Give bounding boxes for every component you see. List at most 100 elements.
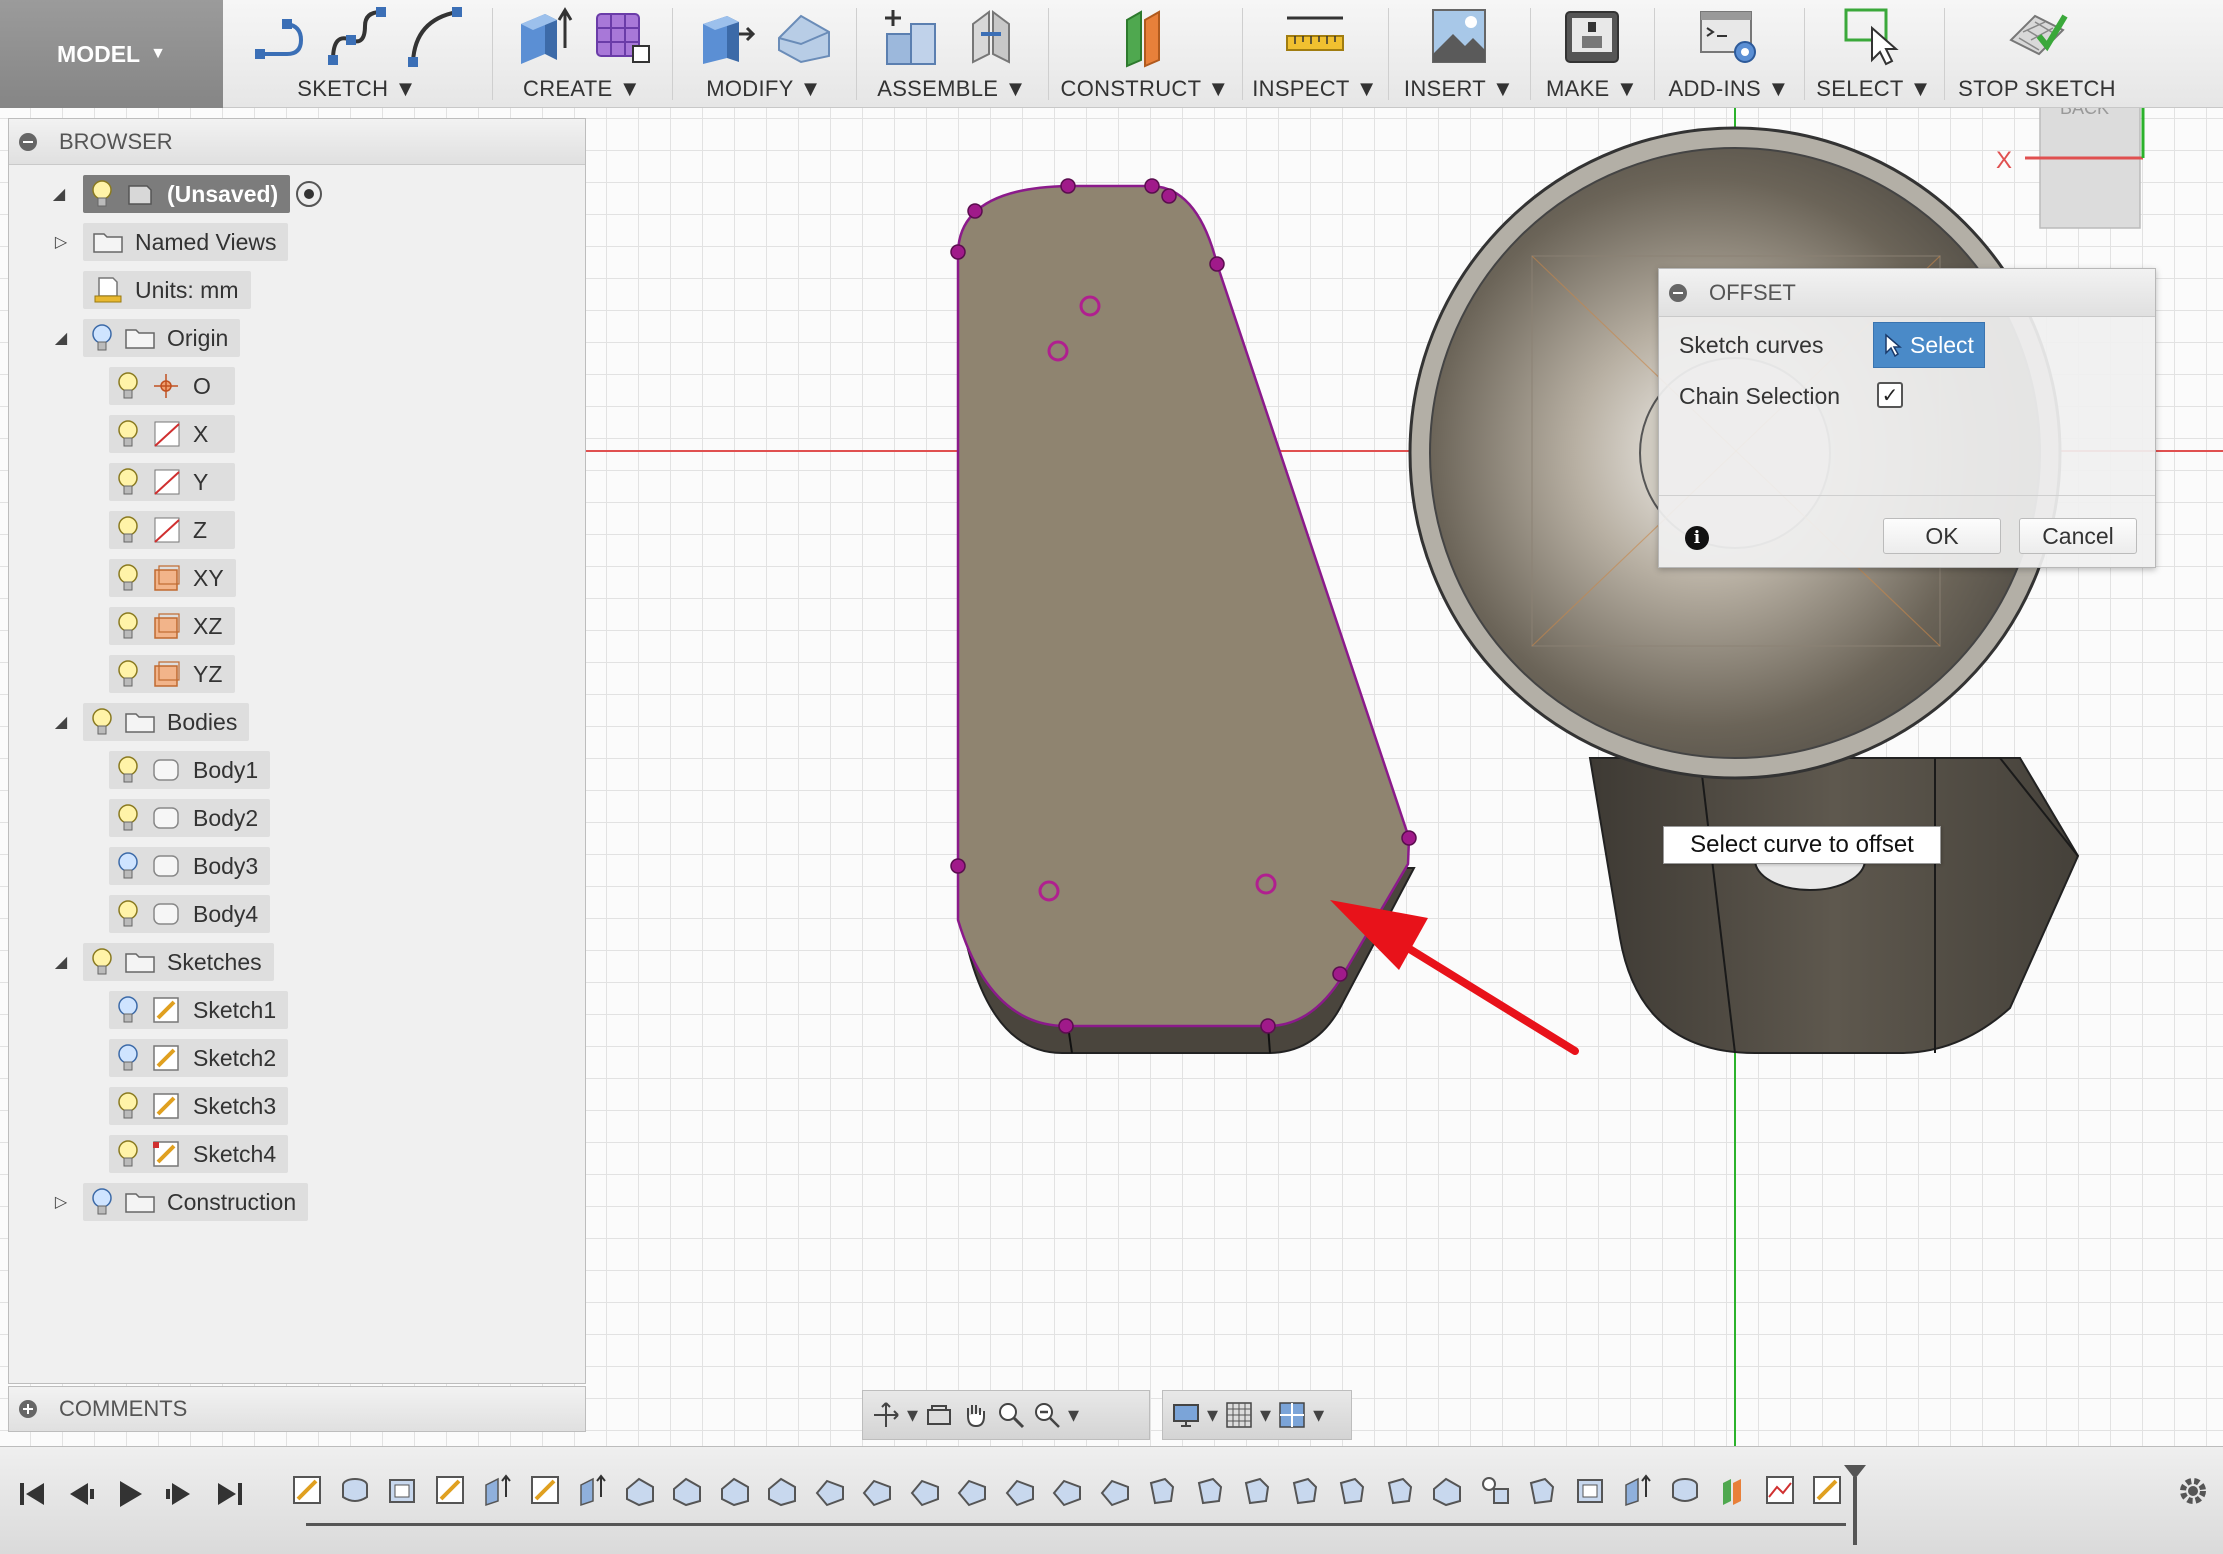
- timeline-sketch-feature-icon[interactable]: [528, 1473, 562, 1507]
- sketch-group[interactable]: SKETCH ▼: [223, 0, 491, 108]
- tree-origin-item[interactable]: YZ: [109, 654, 235, 694]
- lightbulb-off-icon[interactable]: [117, 995, 139, 1025]
- select-cursor-icon[interactable]: [1842, 4, 1906, 68]
- timeline-move-feature-icon[interactable]: [1193, 1473, 1227, 1507]
- lightbulb-icon[interactable]: [117, 755, 139, 785]
- info-icon[interactable]: i: [1685, 526, 1709, 550]
- step-back-icon[interactable]: [64, 1477, 98, 1511]
- right-model-body[interactable]: [1408, 126, 2080, 1054]
- form-icon[interactable]: [589, 4, 653, 68]
- offset-dialog-header[interactable]: OFFSET: [1659, 269, 2155, 317]
- collapsed-triangle-icon[interactable]: ▷: [51, 232, 71, 252]
- lightbulb-off-icon[interactable]: [117, 851, 139, 881]
- chevron-down-icon[interactable]: ▾: [907, 1402, 918, 1428]
- fillet-icon[interactable]: [771, 4, 835, 68]
- timeline-revolve-feature-icon[interactable]: [338, 1473, 372, 1507]
- viewports-icon[interactable]: [1277, 1400, 1307, 1430]
- browser-header[interactable]: BROWSER: [9, 119, 585, 165]
- collapsed-triangle-icon[interactable]: ▷: [51, 1192, 71, 1212]
- timeline-extrude-feature-icon[interactable]: [575, 1473, 609, 1507]
- timeline-track[interactable]: [306, 1523, 1846, 1526]
- lightbulb-icon[interactable]: [91, 707, 113, 737]
- tree-sketches[interactable]: ◢ Sketches: [39, 942, 274, 982]
- lightbulb-icon[interactable]: [117, 371, 139, 401]
- stop-sketch-group[interactable]: STOP SKETCH: [1945, 0, 2129, 108]
- expanded-triangle-icon[interactable]: ◢: [51, 712, 71, 732]
- timeline-move-feature-icon[interactable]: [1525, 1473, 1559, 1507]
- active-radio-icon[interactable]: [296, 181, 323, 207]
- timeline-fillet-feature-icon[interactable]: [670, 1473, 704, 1507]
- tree-sketch-item[interactable]: Sketch3: [109, 1086, 289, 1126]
- lightbulb-icon[interactable]: [91, 323, 113, 353]
- select-group[interactable]: SELECT ▼: [1805, 0, 1943, 108]
- chevron-down-icon[interactable]: ▾: [1207, 1402, 1218, 1428]
- tree-body-item[interactable]: Body4: [109, 894, 271, 934]
- arc-tool-icon[interactable]: [403, 4, 467, 68]
- tree-origin-item[interactable]: Z: [109, 510, 235, 550]
- press-pull-icon[interactable]: [693, 4, 757, 68]
- timeline-chamfer-feature-icon[interactable]: [908, 1473, 942, 1507]
- timeline-extrude-feature-icon[interactable]: [1620, 1473, 1654, 1507]
- measure-icon[interactable]: [1283, 4, 1347, 68]
- tree-origin-item[interactable]: XZ: [109, 606, 235, 646]
- modify-group[interactable]: MODIFY ▼: [673, 0, 855, 108]
- timeline-graph-feature-icon[interactable]: [1763, 1473, 1797, 1507]
- sketch-profile[interactable]: [950, 178, 1417, 1054]
- new-component-icon[interactable]: [881, 4, 945, 68]
- lightbulb-icon[interactable]: [91, 179, 113, 209]
- timeline-move-feature-icon[interactable]: [1335, 1473, 1369, 1507]
- spline-tool-icon[interactable]: [325, 4, 389, 68]
- timeline-shell-feature-icon[interactable]: [1573, 1473, 1607, 1507]
- tree-body-item[interactable]: Body2: [109, 798, 271, 838]
- expand-icon[interactable]: [19, 1400, 37, 1418]
- tree-origin-item[interactable]: X: [109, 414, 235, 454]
- lightbulb-icon[interactable]: [117, 659, 139, 689]
- timeline-fillet-feature-icon[interactable]: [1430, 1473, 1464, 1507]
- timeline-sketch-feature-icon[interactable]: [1810, 1473, 1844, 1507]
- timeline-chamfer-feature-icon[interactable]: [955, 1473, 989, 1507]
- orbit-icon[interactable]: [871, 1400, 901, 1430]
- timeline-move-feature-icon[interactable]: [1288, 1473, 1322, 1507]
- chevron-down-icon[interactable]: ▾: [1260, 1402, 1271, 1428]
- tree-origin-item[interactable]: XY: [109, 558, 236, 598]
- select-curves-button[interactable]: Select: [1873, 322, 1985, 368]
- expanded-triangle-icon[interactable]: ◢: [49, 184, 69, 204]
- timeline-chamfer-feature-icon[interactable]: [1003, 1473, 1037, 1507]
- timeline-fillet-feature-icon[interactable]: [718, 1473, 752, 1507]
- construct-group[interactable]: CONSTRUCT ▼: [1049, 0, 1241, 108]
- timeline-fillet-feature-icon[interactable]: [765, 1473, 799, 1507]
- collapse-icon[interactable]: [19, 132, 37, 151]
- timeline-shell-feature-icon[interactable]: [385, 1473, 419, 1507]
- offset-plane-icon[interactable]: [1113, 4, 1177, 68]
- stop-sketch-icon[interactable]: [2005, 4, 2069, 68]
- lightbulb-icon[interactable]: [117, 467, 139, 497]
- look-at-icon[interactable]: [924, 1400, 954, 1430]
- insert-group[interactable]: INSERT ▼: [1389, 0, 1529, 108]
- timeline-sketch-feature-icon[interactable]: [433, 1473, 467, 1507]
- chevron-down-icon[interactable]: ▾: [1313, 1402, 1324, 1428]
- lightbulb-off-icon[interactable]: [91, 1187, 113, 1217]
- zoom-icon[interactable]: [996, 1400, 1026, 1430]
- expanded-triangle-icon[interactable]: ◢: [51, 328, 71, 348]
- assemble-group[interactable]: ASSEMBLE ▼: [857, 0, 1047, 108]
- lightbulb-off-icon[interactable]: [117, 1043, 139, 1073]
- scripts-icon[interactable]: [1697, 4, 1761, 68]
- chain-selection-checkbox[interactable]: ✓: [1877, 382, 1903, 408]
- tree-construction[interactable]: ▷ Construction: [39, 1182, 309, 1222]
- timeline-chamfer-feature-icon[interactable]: [813, 1473, 847, 1507]
- collapse-icon[interactable]: [1669, 283, 1687, 302]
- tree-sketch-item[interactable]: Sketch4: [109, 1134, 289, 1174]
- timeline-move-feature-icon[interactable]: [1383, 1473, 1417, 1507]
- ok-button[interactable]: OK: [1883, 518, 2001, 554]
- timeline-revolve-feature-icon[interactable]: [1668, 1473, 1702, 1507]
- tree-named-views[interactable]: ▷ Named Views: [39, 222, 289, 262]
- timeline-joint-feature-icon[interactable]: [1478, 1473, 1512, 1507]
- tree-sketch-item[interactable]: Sketch2: [109, 1038, 289, 1078]
- display-settings-icon[interactable]: [1171, 1400, 1201, 1430]
- lightbulb-icon[interactable]: [117, 899, 139, 929]
- tree-origin[interactable]: ◢ Origin: [39, 318, 241, 358]
- inspect-group[interactable]: INSPECT ▼: [1243, 0, 1387, 108]
- play-icon[interactable]: [112, 1477, 146, 1511]
- grid-settings-icon[interactable]: [1224, 1400, 1254, 1430]
- timeline-fillet-feature-icon[interactable]: [623, 1473, 657, 1507]
